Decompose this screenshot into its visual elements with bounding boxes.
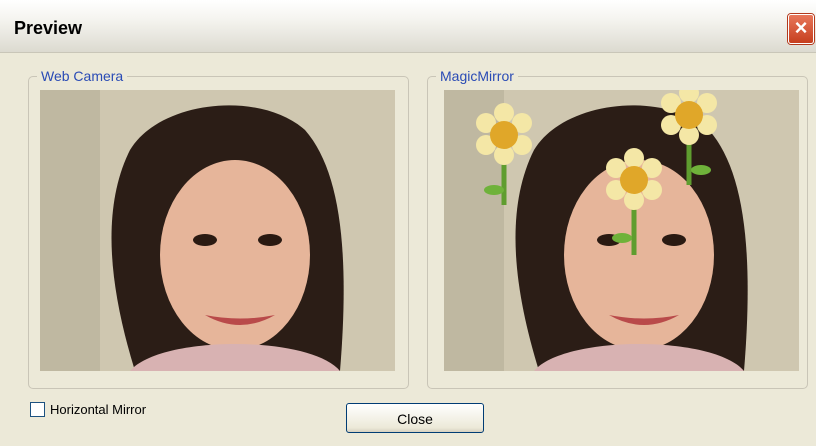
title-bar[interactable]: Preview × xyxy=(0,0,816,53)
close-button[interactable]: Close xyxy=(346,403,484,433)
close-icon[interactable]: × xyxy=(788,14,814,44)
magicmirror-group-label: MagicMirror xyxy=(436,68,518,84)
preview-window: Preview × Web Camera MagicMirror Horizon… xyxy=(0,0,816,446)
webcam-group-label: Web Camera xyxy=(37,68,128,84)
magicmirror-video-feed xyxy=(444,90,799,371)
horizontal-mirror-label: Horizontal Mirror xyxy=(50,402,147,417)
horizontal-mirror-checkbox[interactable] xyxy=(30,402,45,417)
horizontal-mirror-option[interactable]: Horizontal Mirror xyxy=(30,402,146,417)
window-title: Preview xyxy=(14,18,83,38)
webcam-video-feed xyxy=(40,90,395,371)
